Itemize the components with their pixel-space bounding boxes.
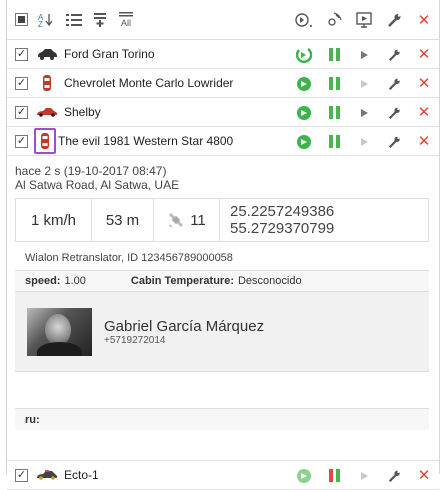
truck-icon (34, 128, 56, 154)
unit-address: Al Satwa Road, Al Satwa, UAE (15, 178, 180, 192)
altitude-value: 53 m (92, 199, 154, 241)
param-speed-value: 1.00 (64, 275, 86, 287)
unit-checkbox[interactable] (15, 134, 28, 148)
unit-row-shelby[interactable]: Shelby ✕ (7, 98, 439, 127)
unit-stats: 1 km/h 53 m 11 25.2257249386 55.27293707… (15, 198, 429, 242)
unit-row-ford[interactable]: Ford Gran Torino ✕ (7, 40, 439, 69)
unit-row-chevrolet[interactable]: Chevrolet Monte Carlo Lowrider ✕ (7, 69, 439, 98)
sensor-icon[interactable] (325, 11, 343, 29)
video-icon[interactable] (356, 12, 372, 28)
delete-icon[interactable]: ✕ (418, 13, 431, 28)
select-all-checkbox[interactable] (15, 13, 28, 26)
longitude-value: 55.2729370799 (230, 220, 335, 237)
delete-icon[interactable]: ✕ (418, 134, 431, 149)
pause-icon[interactable] (328, 77, 340, 90)
car-icon (36, 470, 58, 480)
pause-icon[interactable] (328, 48, 340, 61)
delete-icon[interactable]: ✕ (418, 105, 431, 120)
latitude-value: 25.2257249386 (230, 203, 335, 220)
driver-name: Gabriel García Márquez (104, 317, 265, 335)
send-command-icon[interactable] (296, 47, 312, 63)
param-temp-value: Desconocido (237, 275, 302, 287)
play-icon[interactable] (360, 471, 368, 480)
pause-icon[interactable] (328, 106, 340, 119)
ru-row: ru: (15, 408, 429, 430)
unit-checkbox[interactable] (15, 76, 28, 90)
send-command-icon[interactable] (297, 76, 311, 91)
unit-checkbox[interactable] (15, 105, 28, 119)
retranslator-info: Wialon Retranslator, ID 123456789000058 (25, 252, 233, 264)
settings-icon[interactable] (387, 48, 401, 62)
unit-name: The evil 1981 Western Star 4800 (58, 134, 234, 148)
all-label: All (120, 17, 131, 28)
settings-icon[interactable] (387, 135, 401, 149)
delete-icon[interactable]: ✕ (418, 47, 431, 62)
unit-panel: AZ All ✕ ✓ Ford Gran Torino ✕ ✓ Chevrole… (6, 0, 440, 490)
pause-icon[interactable] (328, 469, 340, 482)
unit-checkbox[interactable] (15, 468, 28, 482)
unit-detail-panel: hace 2 s (19-10-2017 08:47) Al Satwa Roa… (7, 156, 439, 461)
send-command-icon[interactable] (295, 12, 313, 28)
last-message-time: hace 2 s (19-10-2017 08:47) (15, 164, 167, 178)
driver-phone: +5719272014 (104, 334, 166, 346)
unit-name: Ecto-1 (64, 468, 99, 482)
param-temp-label: Cabin Temperature: (130, 275, 234, 287)
car-icon (36, 74, 58, 92)
unit-checkbox[interactable] (15, 47, 28, 61)
satellite-icon (167, 211, 185, 229)
settings-icon[interactable] (386, 12, 402, 28)
sports-car-icon (36, 107, 58, 117)
play-icon[interactable] (360, 50, 368, 59)
play-icon[interactable] (360, 79, 368, 88)
unit-toolbar: AZ All ✕ (7, 0, 439, 40)
send-command-icon[interactable] (297, 105, 311, 120)
satellites-count: 11 (190, 211, 206, 229)
car-icon (36, 48, 58, 60)
pause-icon[interactable] (328, 135, 340, 148)
satellites: 11 (154, 199, 220, 241)
send-command-icon[interactable] (297, 134, 311, 149)
driver-card[interactable]: Gabriel García Márquez +5719272014 (15, 292, 429, 372)
group-icon[interactable] (92, 12, 108, 28)
driver-photo (27, 307, 92, 356)
play-icon[interactable] (360, 108, 368, 117)
delete-icon[interactable]: ✕ (418, 76, 431, 91)
coordinates[interactable]: 25.2257249386 55.2729370799 (220, 203, 334, 237)
list-icon[interactable] (66, 13, 82, 27)
speed-value: 1 km/h (16, 199, 92, 241)
parameters-row: speed: 1.00 Cabin Temperature: Desconoci… (15, 270, 429, 292)
sort-az-icon[interactable]: AZ (38, 12, 56, 28)
send-command-icon[interactable] (297, 468, 311, 483)
show-all-icon[interactable]: All (118, 11, 134, 28)
settings-icon[interactable] (387, 77, 401, 91)
unit-row-western-star[interactable]: The evil 1981 Western Star 4800 ✕ (7, 127, 439, 156)
svg-text:Z: Z (38, 20, 43, 28)
unit-name: Chevrolet Monte Carlo Lowrider (64, 76, 234, 90)
param-speed-label: speed: (25, 275, 61, 287)
unit-row-ecto1[interactable]: Ecto-1 ✕ (7, 461, 439, 490)
ru-label: ru: (25, 413, 40, 426)
unit-name: Ford Gran Torino (64, 47, 155, 61)
delete-icon[interactable]: ✕ (418, 468, 431, 483)
play-icon[interactable] (360, 137, 368, 146)
settings-icon[interactable] (387, 106, 401, 120)
unit-name: Shelby (64, 105, 101, 119)
settings-icon[interactable] (387, 469, 401, 483)
